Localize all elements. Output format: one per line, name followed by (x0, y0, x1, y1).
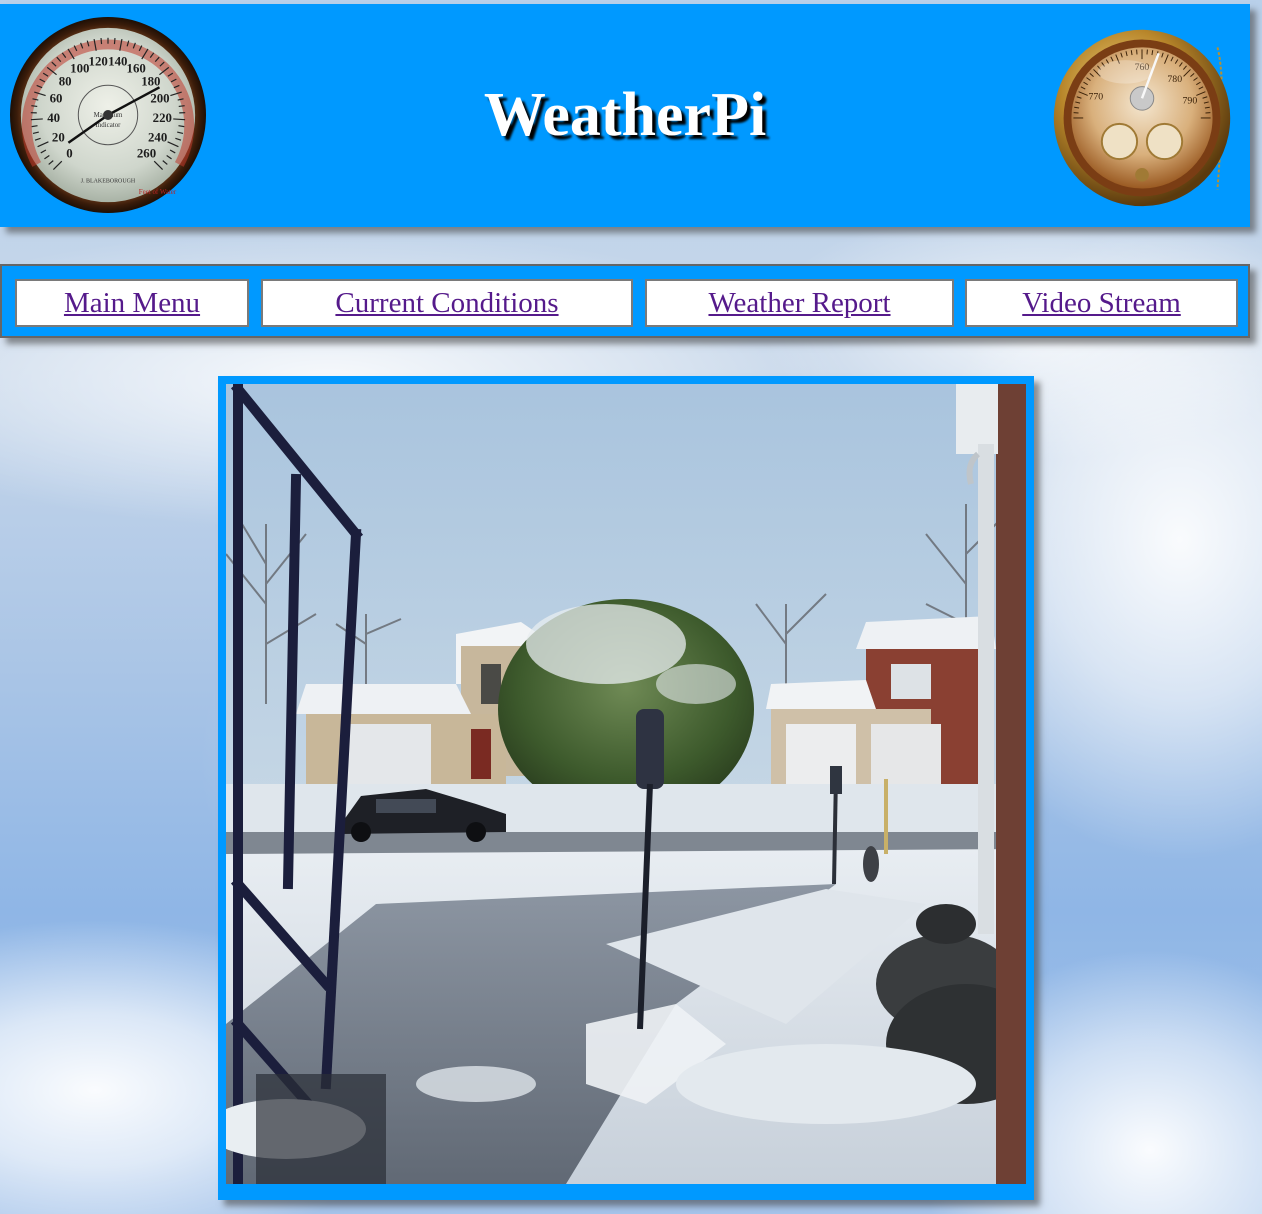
site-header: 020406080100120140160180200220240260 Max… (0, 4, 1250, 227)
nav-main-menu-label: Main Menu (63, 287, 201, 319)
nav-video-stream-label: Video Stream (1022, 287, 1181, 319)
nav-main-menu-link[interactable]: Main Menu (15, 279, 249, 327)
gauge-number: 790 (1183, 95, 1198, 106)
nav-current-conditions-label: Current Conditions (335, 287, 559, 319)
camera-frame (218, 376, 1034, 1200)
main-nav: Main Menu Current Conditions Weather Rep… (0, 264, 1250, 338)
gauge-number: 140 (108, 54, 127, 68)
nav-current-conditions-link[interactable]: Current Conditions (261, 279, 633, 327)
gauge-number: 780 (1167, 74, 1182, 85)
snowy-street-camera-image (226, 384, 1026, 1184)
gauge-number: 100 (70, 61, 89, 75)
nav-video-stream-link[interactable]: Video Stream (965, 279, 1238, 327)
svg-text:Feet of Water: Feet of Water (139, 189, 177, 196)
gauge-number: 160 (127, 61, 146, 75)
nav-weather-report-label: Weather Report (708, 287, 891, 319)
svg-text:J. BLAKEBOROUGH: J. BLAKEBOROUGH (81, 178, 136, 184)
gauge-number: 770 (1088, 91, 1103, 102)
barometer-gauge-icon: 760770780790 (1053, 29, 1231, 207)
gauge-number: 120 (89, 54, 108, 68)
nav-weather-report-link[interactable]: Weather Report (645, 279, 954, 327)
